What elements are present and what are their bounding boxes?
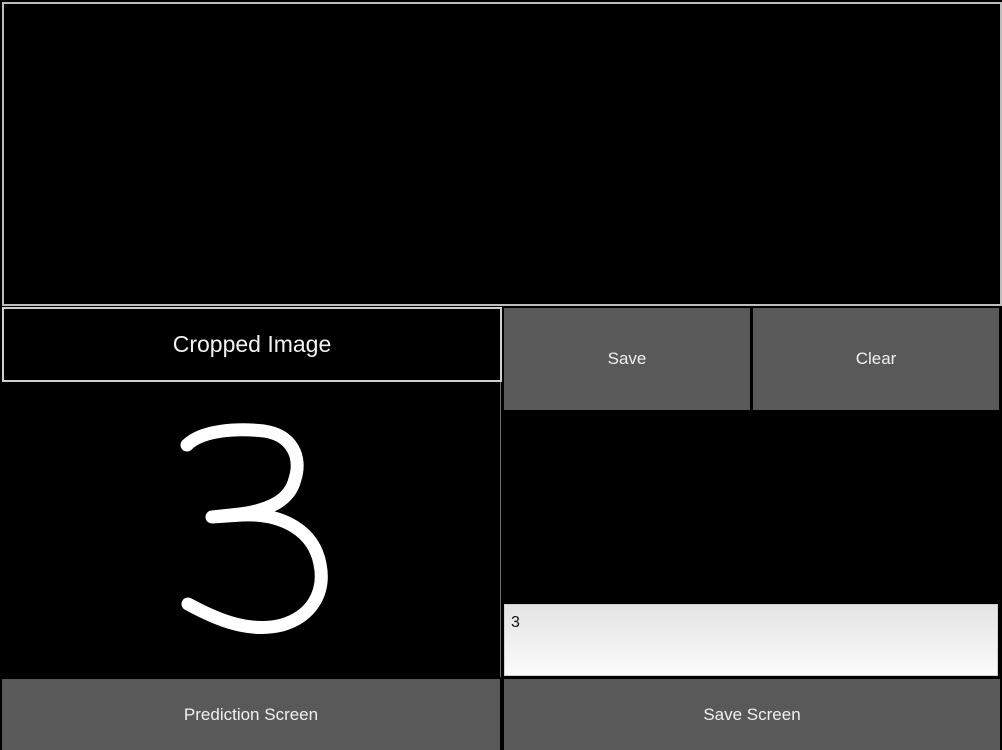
clear-button[interactable]: Clear xyxy=(753,308,999,410)
cropped-image-title: Cropped Image xyxy=(2,307,502,382)
save-screen-button[interactable]: Save Screen xyxy=(504,679,1000,750)
handwritten-digit-image xyxy=(180,423,328,635)
drawing-canvas[interactable] xyxy=(2,2,1002,306)
prediction-input[interactable]: 3 xyxy=(504,604,998,676)
result-area xyxy=(504,412,1000,602)
save-button[interactable]: Save xyxy=(504,308,750,410)
prediction-screen-button[interactable]: Prediction Screen xyxy=(2,679,500,750)
app-window: Cropped Image Save Clear 3 Prediction Sc… xyxy=(0,0,1002,750)
cropped-image-view xyxy=(2,382,501,677)
